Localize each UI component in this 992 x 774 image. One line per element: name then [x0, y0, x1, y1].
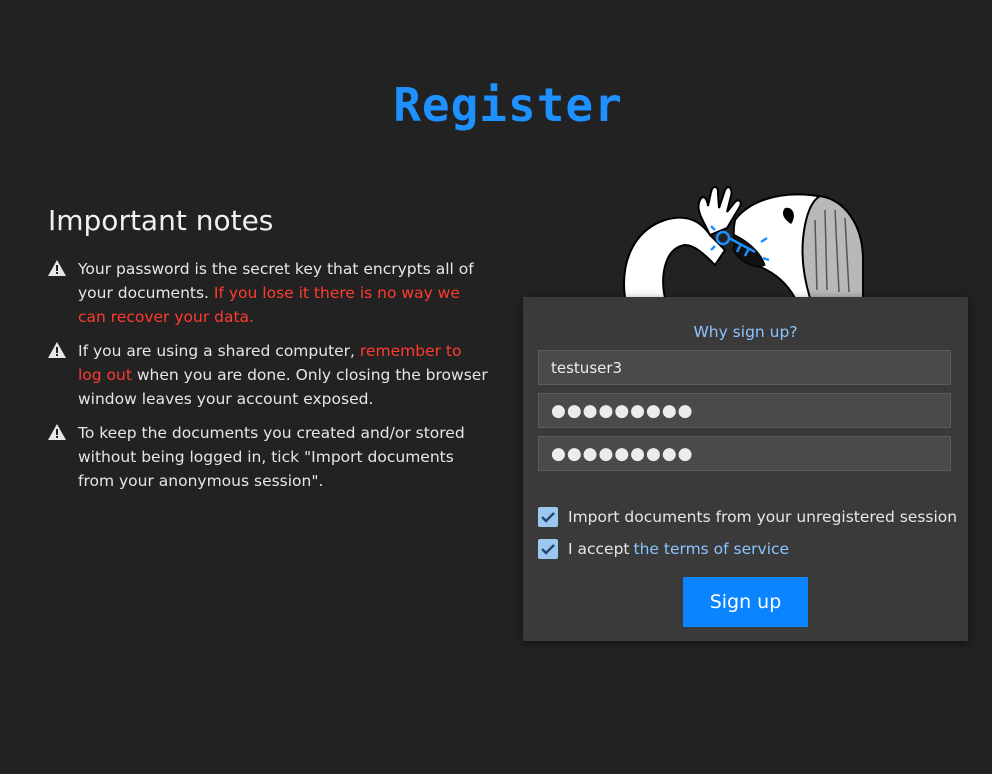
note-after: when you are done. Only closing the brow… [78, 366, 488, 408]
check-icon [541, 512, 555, 523]
password-field[interactable]: ●●●●●●●●● [538, 393, 951, 428]
warning-icon [48, 424, 66, 440]
note-item: If you are using a shared computer, reme… [48, 339, 488, 411]
page-title: Register [393, 78, 623, 132]
note-text: To keep the documents you created and/or… [78, 424, 465, 490]
password-value: ●●●●●●●●● [551, 400, 694, 421]
note-item: Your password is the secret key that enc… [48, 257, 488, 329]
warning-icon [48, 260, 66, 276]
accept-terms-row: I accept the terms of service [538, 539, 789, 559]
mascot-illustration [623, 186, 864, 298]
important-notes: Important notes Your password is the sec… [48, 204, 488, 503]
username-field[interactable]: testuser3 [538, 350, 951, 385]
confirm-password-value: ●●●●●●●●● [551, 443, 694, 464]
import-documents-row: Import documents from your unregistered … [538, 507, 957, 527]
signup-form-panel: Why sign up? testuser3 ●●●●●●●●● ●●●●●●●… [523, 297, 968, 641]
terms-of-service-link[interactable]: the terms of service [634, 540, 790, 558]
confirm-password-field[interactable]: ●●●●●●●●● [538, 436, 951, 471]
import-documents-checkbox[interactable] [538, 507, 558, 527]
username-value: testuser3 [551, 358, 623, 377]
warning-icon [48, 342, 66, 358]
why-sign-up-link[interactable]: Why sign up? [523, 323, 968, 341]
note-item: To keep the documents you created and/or… [48, 421, 488, 493]
notes-heading: Important notes [48, 204, 274, 237]
register-page: Register Important notes Your password i… [0, 0, 992, 774]
sign-up-button[interactable]: Sign up [683, 577, 808, 627]
accept-terms-checkbox[interactable] [538, 539, 558, 559]
import-documents-label: Import documents from your unregistered … [568, 508, 958, 526]
accept-terms-prefix: I accept [568, 540, 630, 558]
check-icon [541, 544, 555, 555]
note-text: If you are using a shared computer, [78, 342, 360, 360]
